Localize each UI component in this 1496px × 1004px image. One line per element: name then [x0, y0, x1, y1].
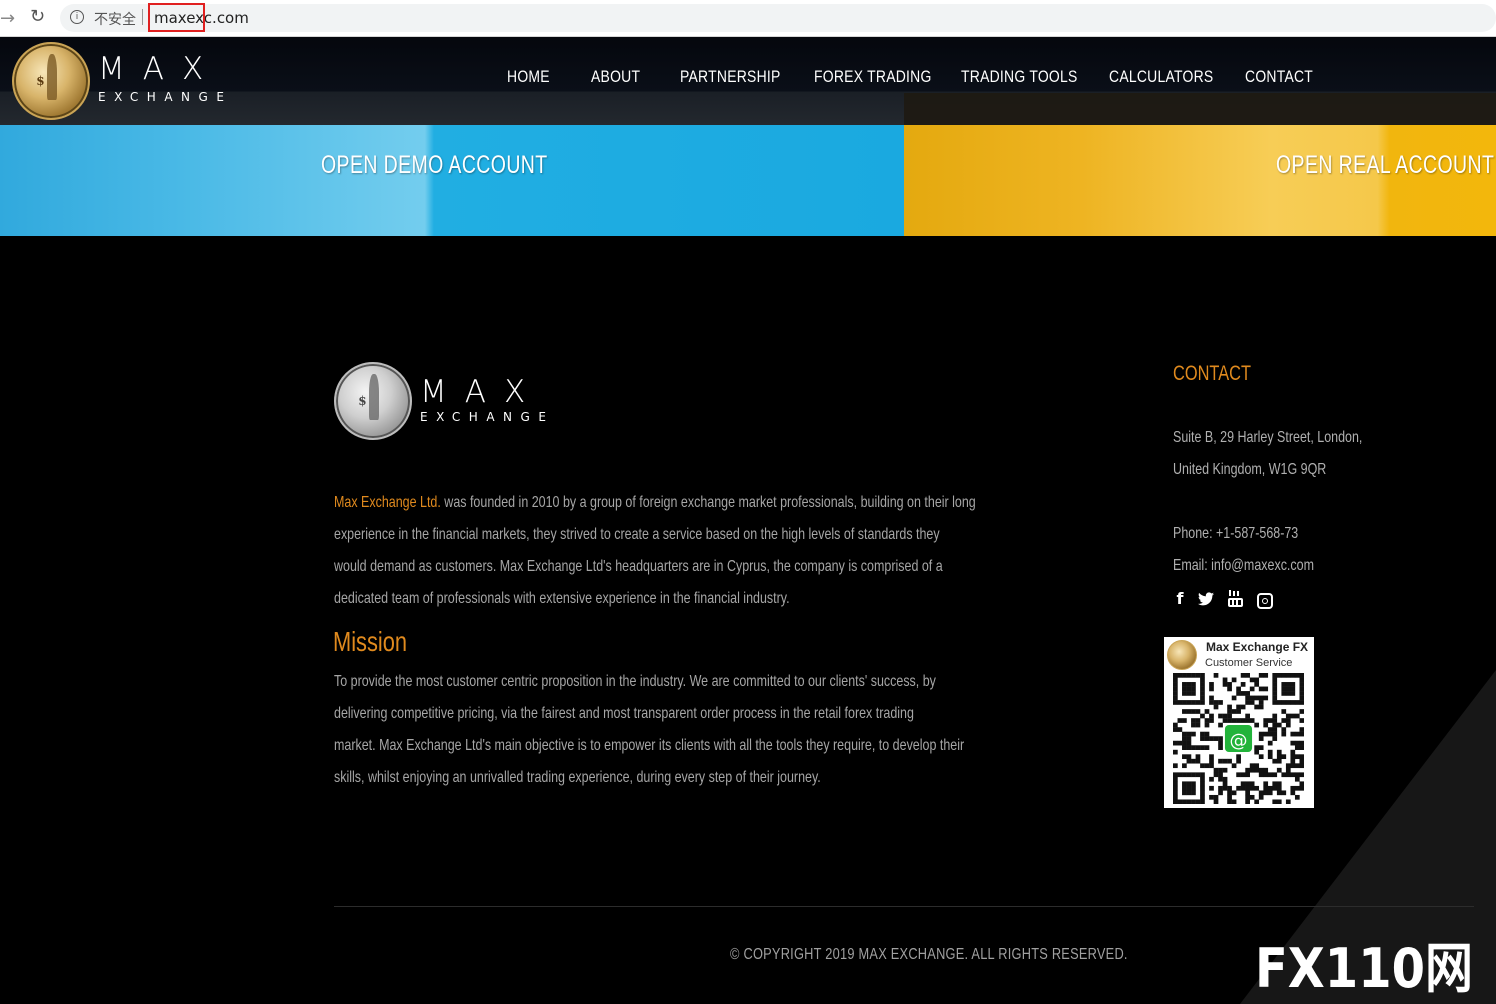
footer-divider [334, 906, 1474, 907]
header-dark-strip [904, 93, 1496, 125]
nav-about[interactable]: ABOUT [591, 67, 640, 87]
youtube-icon[interactable] [1226, 590, 1244, 608]
reload-icon[interactable]: ↻ [30, 6, 45, 27]
about-line-4: dedicated team of professionals with ext… [334, 590, 790, 607]
about-line-1-text: was founded in 2010 by a group of foreig… [440, 494, 976, 511]
mission-line-3: market. Max Exchange Ltd's main objectiv… [334, 737, 965, 754]
facebook-icon[interactable]: f [1171, 590, 1189, 608]
watermark-text: FX110网 [1255, 937, 1473, 993]
open-demo-account-button[interactable]: OPEN DEMO ACCOUNT [0, 125, 904, 236]
forward-arrow-icon[interactable]: → [0, 8, 15, 29]
mission-line-2: delivering competitive pricing, via the … [334, 705, 914, 722]
company-link[interactable]: Max Exchange Ltd. [334, 494, 441, 511]
nav-contact[interactable]: CONTACT [1245, 67, 1313, 87]
about-line-3: would demand as customers. Max Exchange … [334, 558, 943, 575]
fx110-watermark-logo: FX110网 [1255, 937, 1473, 993]
mission-line-4: skills, whilst enjoying an unrivalled tr… [334, 769, 821, 786]
about-line-2: experience in the financial markets, the… [334, 526, 940, 543]
logo-subtitle: EXCHANGE [98, 90, 233, 104]
address-line-2: United Kingdom, W1G 9QR [1173, 461, 1327, 478]
nav-forex-trading[interactable]: FOREX TRADING [814, 67, 932, 87]
highlight-box [148, 3, 205, 32]
open-demo-account-label: OPEN DEMO ACCOUNT [321, 151, 548, 179]
mission-line-1: To provide the most customer centric pro… [334, 673, 936, 690]
site-header: $ MAX EXCHANGE HOME ABOUT PARTNERSHIP FO… [0, 37, 1496, 125]
instagram-icon[interactable] [1257, 593, 1273, 609]
copyright-text: © COPYRIGHT 2019 MAX EXCHANGE. ALL RIGHT… [730, 946, 1128, 963]
url-box[interactable] [60, 4, 1496, 32]
nav-partnership[interactable]: PARTNERSHIP [680, 67, 781, 87]
qr-title: Max Exchange FX [1206, 640, 1309, 654]
footer-logo-subtitle: EXCHANGE [420, 410, 555, 424]
email-text[interactable]: Email: info@maxexc.com [1173, 557, 1314, 575]
svg-text:@: @ [1230, 731, 1248, 752]
footer-logo-coin-icon: $ [334, 362, 412, 440]
twitter-icon[interactable] [1197, 590, 1215, 608]
mission-heading: Mission [333, 626, 408, 657]
address-line-1: Suite B, 29 Harley Street, London, [1173, 429, 1363, 446]
nav-trading-tools[interactable]: TRADING TOOLS [961, 67, 1078, 87]
qr-code-card: Max Exchange FX Customer Service @ [1164, 637, 1314, 808]
security-label: 不安全 [94, 12, 136, 28]
browser-address-bar: → ↻ i 不安全 maxexc.com [0, 0, 1496, 37]
main-nav: HOME ABOUT PARTNERSHIP FOREX TRADING TRA… [0, 67, 1496, 89]
qr-avatar-icon [1167, 640, 1197, 670]
info-icon[interactable]: i [70, 10, 84, 24]
open-real-account-label: OPEN REAL ACCOUNT [1276, 151, 1495, 179]
phone-text: Phone: +1-587-568-73 [1173, 525, 1299, 542]
footer-dollar-icon: $ [358, 393, 367, 408]
qr-subtitle: Customer Service [1205, 657, 1293, 669]
about-line-1: Max Exchange Ltd. was founded in 2010 by… [334, 494, 976, 512]
nav-home[interactable]: HOME [507, 67, 550, 87]
qr-code-icon: @ [1173, 673, 1304, 804]
nav-calculators[interactable]: CALCULATORS [1109, 67, 1213, 87]
url-separator [142, 9, 143, 25]
footer-logo-wordmark: MAX [420, 374, 544, 410]
footer-statue-icon [368, 374, 379, 421]
open-real-account-button[interactable]: OPEN REAL ACCOUNT [904, 125, 1496, 236]
contact-heading: CONTACT [1173, 362, 1251, 385]
